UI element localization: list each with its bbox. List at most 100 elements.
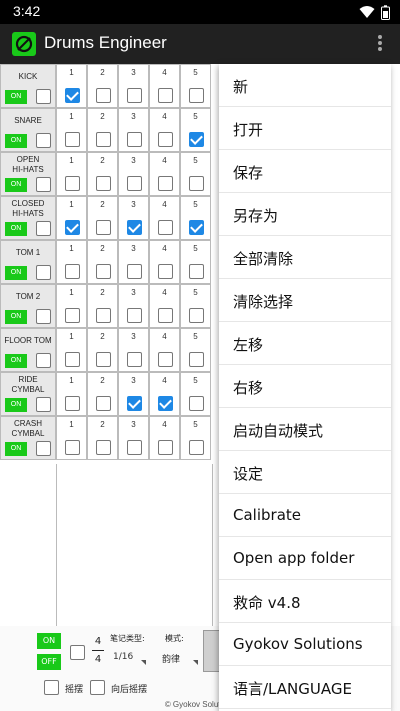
track-select-checkbox[interactable] [36, 177, 51, 192]
track-on-button[interactable]: ON [5, 90, 27, 104]
step-checkbox[interactable] [96, 220, 111, 235]
note-type-select[interactable]: 1/16 [113, 652, 133, 662]
step-cell: 2 [87, 240, 118, 284]
menu-item[interactable]: 打开 [219, 107, 391, 150]
menu-item[interactable]: 启动自动模式 [219, 408, 391, 451]
step-checkbox[interactable] [158, 308, 173, 323]
step-checkbox[interactable] [127, 176, 142, 191]
step-checkbox[interactable] [127, 440, 142, 455]
step-checkbox-checked[interactable] [189, 220, 204, 235]
menu-item-label: 清除选择 [233, 293, 294, 311]
step-checkbox[interactable] [158, 440, 173, 455]
step-checkbox[interactable] [189, 264, 204, 279]
step-checkbox[interactable] [96, 440, 111, 455]
menu-item[interactable]: 左移 [219, 322, 391, 365]
mode-label: 模式: [165, 634, 184, 643]
track-on-button[interactable]: ON [5, 310, 27, 324]
step-checkbox[interactable] [189, 352, 204, 367]
menu-item[interactable]: 全部清除 [219, 236, 391, 279]
step-checkbox-checked[interactable] [65, 220, 80, 235]
step-checkbox[interactable] [158, 264, 173, 279]
note-type-dropdown-icon[interactable] [141, 660, 146, 665]
step-checkbox[interactable] [65, 264, 80, 279]
step-cell: 1 [56, 152, 87, 196]
step-checkbox-checked[interactable] [65, 88, 80, 103]
step-checkbox[interactable] [189, 396, 204, 411]
step-checkbox[interactable] [189, 308, 204, 323]
track-select-checkbox[interactable] [36, 221, 51, 236]
track-on-button[interactable]: ON [5, 398, 27, 412]
step-checkbox[interactable] [65, 308, 80, 323]
track-select-checkbox[interactable] [36, 89, 51, 104]
track-on-button[interactable]: ON [5, 222, 27, 236]
track-select-checkbox[interactable] [36, 309, 51, 324]
step-number: 5 [193, 68, 198, 77]
step-checkbox[interactable] [96, 396, 111, 411]
step-cell: 5 [180, 328, 211, 372]
menu-item[interactable]: 设定 [219, 451, 391, 494]
step-number: 2 [100, 244, 105, 253]
step-checkbox[interactable] [65, 396, 80, 411]
track-on-button[interactable]: ON [5, 354, 27, 368]
step-checkbox[interactable] [127, 88, 142, 103]
step-checkbox[interactable] [127, 132, 142, 147]
track-select-checkbox[interactable] [36, 265, 51, 280]
step-checkbox[interactable] [158, 352, 173, 367]
menu-item-label: 全部清除 [233, 250, 294, 268]
track-select-checkbox[interactable] [36, 353, 51, 368]
step-checkbox[interactable] [65, 352, 80, 367]
step-checkbox[interactable] [158, 132, 173, 147]
menu-item[interactable]: Gyokov Solutions [219, 623, 391, 666]
menu-item[interactable]: 新 [219, 64, 391, 107]
step-checkbox-checked[interactable] [158, 396, 173, 411]
track-on-button[interactable]: ON [5, 134, 27, 148]
menu-item[interactable]: 语言/LANGUAGE [219, 666, 391, 709]
menu-item[interactable]: 清除选择 [219, 279, 391, 322]
time-signature-top[interactable]: 4 [92, 636, 104, 647]
step-checkbox[interactable] [158, 88, 173, 103]
step-checkbox-checked[interactable] [127, 220, 142, 235]
menu-item[interactable]: Calibrate [219, 494, 391, 537]
track-on-button[interactable]: ON [5, 266, 27, 280]
step-checkbox[interactable] [65, 132, 80, 147]
step-checkbox[interactable] [127, 264, 142, 279]
step-checkbox[interactable] [65, 440, 80, 455]
mode-dropdown-icon[interactable] [193, 660, 198, 665]
menu-item[interactable]: 右移 [219, 365, 391, 408]
step-checkbox[interactable] [96, 352, 111, 367]
menu-item[interactable]: 保存 [219, 150, 391, 193]
track-on-button[interactable]: ON [5, 178, 27, 192]
swing-checkbox[interactable] [44, 680, 59, 695]
step-checkbox[interactable] [96, 264, 111, 279]
track-select-checkbox[interactable] [36, 133, 51, 148]
step-cell: 1 [56, 196, 87, 240]
step-checkbox[interactable] [127, 308, 142, 323]
step-checkbox[interactable] [96, 132, 111, 147]
step-checkbox[interactable] [96, 88, 111, 103]
step-checkbox[interactable] [158, 176, 173, 191]
menu-item[interactable]: 救命 v4.8 [219, 580, 391, 623]
menu-item[interactable]: Open app folder [219, 537, 391, 580]
step-checkbox[interactable] [189, 88, 204, 103]
time-signature-bottom[interactable]: 4 [92, 654, 104, 665]
track-on-button[interactable]: ON [5, 442, 27, 456]
play-on-button[interactable]: ON [37, 633, 61, 649]
play-off-button[interactable]: OFF [37, 654, 61, 670]
step-checkbox-checked[interactable] [189, 132, 204, 147]
mode-select[interactable]: 韵律 [162, 652, 180, 665]
step-checkbox[interactable] [158, 220, 173, 235]
step-checkbox[interactable] [189, 176, 204, 191]
step-checkbox[interactable] [65, 176, 80, 191]
track-select-checkbox[interactable] [36, 441, 51, 456]
menu-item[interactable]: 另存为 [219, 193, 391, 236]
track-select-checkbox[interactable] [36, 397, 51, 412]
step-cell: 4 [149, 328, 180, 372]
loop-checkbox[interactable] [70, 645, 85, 660]
step-checkbox[interactable] [127, 352, 142, 367]
step-checkbox[interactable] [96, 308, 111, 323]
step-checkbox[interactable] [96, 176, 111, 191]
overflow-menu-icon[interactable] [376, 34, 384, 54]
step-checkbox-checked[interactable] [127, 396, 142, 411]
back-swing-checkbox[interactable] [90, 680, 105, 695]
step-checkbox[interactable] [189, 440, 204, 455]
